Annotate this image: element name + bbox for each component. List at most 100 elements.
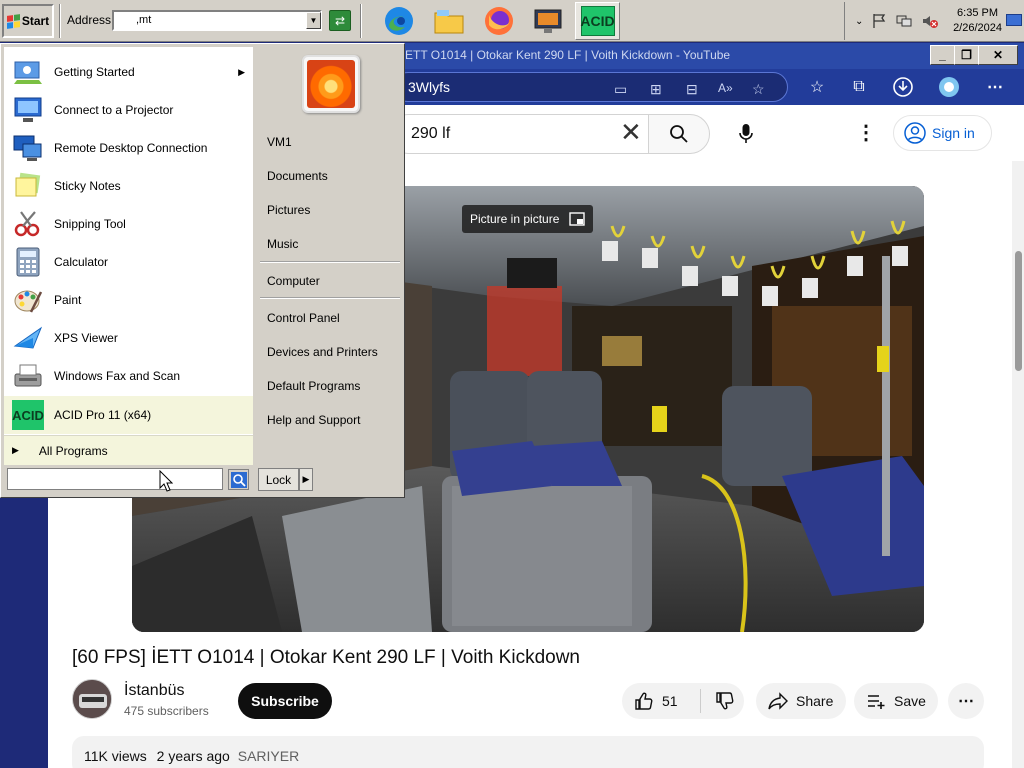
save-label: Save (894, 693, 926, 709)
taskbar-address-input[interactable]: ,mt (112, 10, 322, 31)
edge-app[interactable] (376, 2, 421, 40)
sticky-notes-icon (10, 170, 46, 202)
sign-in-button[interactable]: Sign in (893, 115, 992, 151)
show-desktop-icon[interactable] (1006, 14, 1022, 26)
all-programs-button[interactable]: ▶ All Programs (4, 435, 253, 465)
acid-app[interactable]: ACID (575, 2, 620, 40)
program-sticky-notes[interactable]: Sticky Notes (4, 167, 253, 205)
action-center-flag-icon[interactable] (871, 13, 887, 29)
like-count[interactable]: 51 (662, 693, 678, 709)
pip-label: Picture in picture (470, 212, 560, 226)
app-available-icon[interactable]: ▭ (614, 81, 627, 98)
share-icon (768, 692, 788, 710)
qr-code-icon[interactable]: ⊞ (650, 81, 662, 98)
program-label: Sticky Notes (54, 179, 121, 193)
start-search-button[interactable] (228, 469, 249, 490)
channel-name[interactable]: İstanbüs (124, 682, 184, 700)
remote-desktop-icon (10, 132, 46, 164)
start-search-input[interactable] (7, 468, 223, 490)
lock-button[interactable]: Lock (258, 468, 299, 491)
program-xps-viewer[interactable]: XPS Viewer (4, 319, 253, 357)
folder-icon (434, 10, 463, 34)
picture-in-picture-button[interactable]: Picture in picture (462, 205, 594, 233)
add-favorite-icon[interactable]: ☆ (752, 81, 765, 98)
program-acid-pro[interactable]: ACID ACID Pro 11 (x64) (4, 396, 253, 434)
link-devices-printers[interactable]: Devices and Printers (267, 345, 378, 359)
firefox-icon (484, 7, 513, 35)
program-paint[interactable]: Paint (4, 281, 253, 319)
lock-options-arrow-icon[interactable]: ▶ (299, 468, 313, 491)
address-dropdown-button[interactable]: ▼ (306, 12, 321, 29)
close-button[interactable]: ✕ (978, 45, 1018, 65)
minimize-button[interactable]: _ (930, 45, 955, 65)
channel-avatar[interactable] (72, 679, 112, 719)
clock-date: 2/26/2024 (953, 22, 1002, 34)
program-label: XPS Viewer (54, 331, 118, 345)
settings-more-icon[interactable]: ⋯ (982, 74, 1008, 100)
user-flower-image (307, 60, 355, 108)
page-scrollbar[interactable] (1012, 161, 1024, 768)
maximize-button[interactable]: ❐ (954, 45, 979, 65)
program-fax-scan[interactable]: Windows Fax and Scan (4, 357, 253, 395)
search-icon (230, 471, 247, 488)
all-programs-arrow-icon: ▶ (12, 445, 19, 455)
firefox-app[interactable] (476, 2, 521, 40)
favorites-icon[interactable]: ☆ (804, 74, 830, 100)
more-actions-button[interactable]: ⋯ (948, 683, 984, 719)
network-icon[interactable] (895, 13, 913, 29)
program-label: Connect to a Projector (54, 103, 174, 117)
link-computer[interactable]: Computer (267, 274, 320, 288)
media-app[interactable] (525, 2, 570, 40)
start-menu: Getting Started ▶ Connect to a Projector… (0, 43, 405, 498)
address-go-button[interactable]: ⇄ (329, 10, 351, 31)
address-bar[interactable]: 3Wlyfs ▭ ⊞ ⊟ A» ☆ (393, 72, 788, 102)
collections-icon[interactable]: ⧉ (846, 74, 872, 100)
link-music[interactable]: Music (267, 237, 298, 251)
system-clock[interactable]: 6:35 PM 2/26/2024 (953, 6, 1002, 36)
video-location[interactable]: SARIYER (238, 748, 299, 764)
microphone-icon (739, 124, 753, 143)
user-picture[interactable] (302, 55, 360, 113)
taskbar: Start Address ,mt ▼ ⇄ ACID ⌄ 6:35 PM 2/2… (0, 0, 1024, 42)
share-button[interactable]: Share (756, 683, 846, 719)
like-icon[interactable] (634, 691, 654, 711)
program-label: Getting Started (54, 65, 135, 79)
link-pictures[interactable]: Pictures (267, 203, 310, 217)
volume-muted-icon[interactable] (921, 13, 939, 29)
description-box[interactable]: 11K views 2 years ago SARIYER (72, 736, 984, 768)
program-calculator[interactable]: Calculator (4, 243, 253, 281)
like-divider (699, 689, 701, 713)
link-documents[interactable]: Documents (267, 169, 328, 183)
show-hidden-icons-icon[interactable]: ⌄ (855, 16, 863, 27)
fax-scan-icon (10, 360, 46, 392)
search-button[interactable] (648, 114, 710, 154)
start-button[interactable]: Start (2, 4, 54, 38)
youtube-search-input[interactable]: 290 lf (388, 114, 648, 154)
read-aloud-icon[interactable]: A» (718, 81, 733, 95)
subscribe-button[interactable]: Subscribe (238, 683, 332, 719)
voice-search-button[interactable] (726, 114, 766, 154)
link-help-support[interactable]: Help and Support (267, 413, 360, 427)
sign-in-label: Sign in (932, 125, 975, 141)
all-programs-label: All Programs (38, 443, 108, 458)
places-divider (260, 261, 400, 263)
address-label: Address (67, 13, 112, 27)
program-getting-started[interactable]: Getting Started ▶ (4, 53, 253, 91)
program-remote-desktop[interactable]: Remote Desktop Connection (4, 129, 253, 167)
link-control-panel[interactable]: Control Panel (267, 311, 340, 325)
clear-search-icon[interactable]: ✕ (620, 119, 642, 145)
link-user-folder[interactable]: VM1 (267, 135, 292, 149)
settings-menu-icon[interactable]: ⋮ (856, 121, 876, 145)
downloads-icon[interactable] (890, 74, 916, 100)
program-snipping-tool[interactable]: Snipping Tool (4, 205, 253, 243)
link-default-programs[interactable]: Default Programs (267, 379, 360, 393)
dislike-icon[interactable] (715, 691, 735, 711)
copilot-icon[interactable] (936, 74, 962, 100)
program-connect-projector[interactable]: Connect to a Projector (4, 91, 253, 129)
program-label: Remote Desktop Connection (54, 141, 208, 155)
save-button[interactable]: Save (854, 683, 938, 719)
scrollbar-thumb[interactable] (1015, 251, 1022, 371)
split-screen-icon[interactable]: ⊟ (686, 81, 698, 98)
file-explorer-app[interactable] (426, 2, 471, 40)
acid-pro-icon: ACID (10, 399, 46, 431)
